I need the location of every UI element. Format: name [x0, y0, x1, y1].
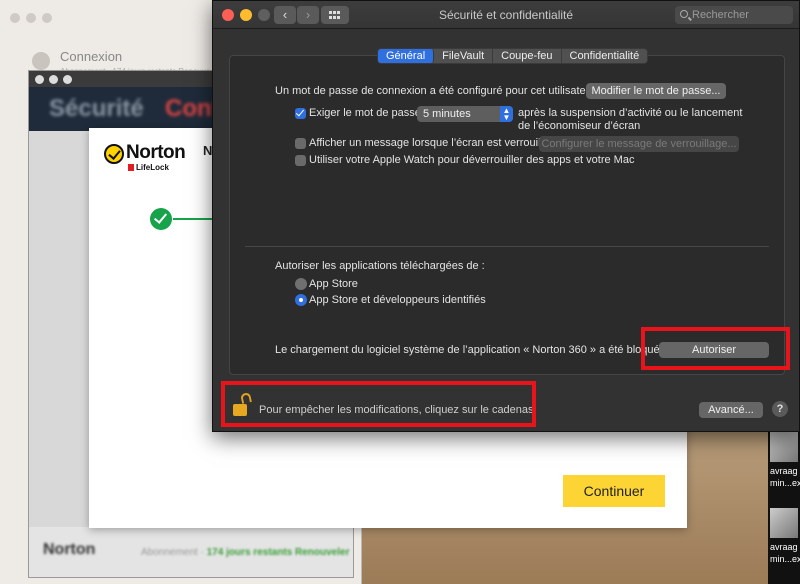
advanced-button[interactable]: Avancé...: [699, 402, 763, 418]
tab-general[interactable]: Général: [378, 49, 435, 63]
apple-watch-label: Utiliser votre Apple Watch pour déverrou…: [309, 154, 635, 166]
radio-app-store-identified[interactable]: [295, 294, 307, 306]
annotation-box-lock: [221, 381, 536, 427]
window-close-control[interactable]: [10, 13, 20, 23]
subscription-label: Abonnement: [141, 547, 198, 558]
require-password-label: Exiger le mot de passe: [309, 107, 421, 119]
thumbnail-image[interactable]: [770, 432, 798, 462]
require-password-after-line2: de l’économiseur d’écran: [518, 120, 641, 132]
security-titlebar: ‹ › Sécurité et confidentialité Recherch…: [213, 1, 799, 29]
lifelock-logo-text: LifeLock: [128, 163, 169, 172]
require-password-checkbox[interactable]: [295, 108, 306, 119]
avatar: [32, 52, 50, 70]
require-password-after-line1: après la suspension d’activité ou le lan…: [518, 107, 743, 119]
set-lock-message-button[interactable]: Configurer le message de verrouillage...: [539, 136, 739, 152]
thumbnail-label: avraag: [770, 542, 798, 552]
dialog-heading: N: [203, 143, 213, 158]
annotation-box-allow: [641, 327, 790, 370]
radio-app-store[interactable]: [295, 278, 307, 290]
norton-logo: Norton LifeLock: [104, 142, 186, 172]
window-zoom-control[interactable]: [42, 13, 52, 23]
connexion-title: Connexion: [60, 49, 123, 64]
search-placeholder: Rechercher: [692, 9, 749, 21]
thumbnail-label: min...ex: [770, 478, 800, 488]
select-stepper-icon: ▲ ▼: [500, 106, 513, 122]
window-zoom-control[interactable]: [63, 75, 72, 84]
subscription-info: Abonnement · 174 jours restants Renouvel…: [141, 547, 350, 558]
password-delay-select[interactable]: 5 minutes ▲ ▼: [417, 106, 513, 122]
tab-bar: Général FileVault Coupe-feu Confidential…: [377, 48, 649, 64]
norton-checkmark-icon: [104, 144, 124, 164]
allow-apps-heading: Autoriser les applications téléchargées …: [275, 260, 485, 272]
right-thumbnail-strip: avraag min...ex avraag min...ex: [768, 430, 800, 584]
step-complete-check-icon: [150, 208, 172, 230]
search-icon: [680, 10, 688, 18]
thumbnail-image[interactable]: [770, 508, 798, 538]
thumbnail-label: avraag: [770, 466, 798, 476]
password-delay-value: 5 minutes: [423, 108, 471, 120]
window-minimize-control[interactable]: [49, 75, 58, 84]
tab-firewall[interactable]: Coupe-feu: [493, 49, 562, 63]
show-message-label: Afficher un message lorsque l’écran est …: [309, 137, 550, 149]
blocked-extension-message: Le chargement du logiciel système de l’a…: [275, 344, 663, 356]
radio-app-store-label: App Store: [309, 278, 358, 290]
tab-privacy[interactable]: Confidentialité: [562, 49, 648, 63]
help-button[interactable]: ?: [772, 401, 788, 417]
window-minimize-control[interactable]: [26, 13, 36, 23]
step-progress-line: [173, 218, 213, 220]
search-field[interactable]: Rechercher: [675, 6, 793, 24]
apple-watch-checkbox[interactable]: [295, 155, 306, 166]
window-close-control[interactable]: [35, 75, 44, 84]
norton-header-title: Sécurité: [49, 95, 144, 122]
tab-filevault[interactable]: FileVault: [434, 49, 494, 63]
section-divider: [245, 246, 769, 247]
thumbnail-label: min...ex: [770, 554, 800, 564]
show-message-checkbox[interactable]: [295, 138, 306, 149]
norton-footer: Norton Abonnement · 174 jours restants R…: [29, 527, 353, 577]
days-remaining: 174 jours restants: [206, 547, 293, 558]
renew-link[interactable]: Renouveler: [295, 547, 349, 558]
radio-app-store-identified-label: App Store et développeurs identifiés: [309, 294, 486, 306]
norton-footer-logo: Norton: [43, 541, 96, 558]
change-password-button[interactable]: Modifier le mot de passe...: [586, 83, 726, 99]
continue-button[interactable]: Continuer: [563, 475, 665, 507]
norton-logo-name: Norton: [126, 142, 186, 163]
password-set-text: Un mot de passe de connexion a été confi…: [275, 85, 596, 97]
